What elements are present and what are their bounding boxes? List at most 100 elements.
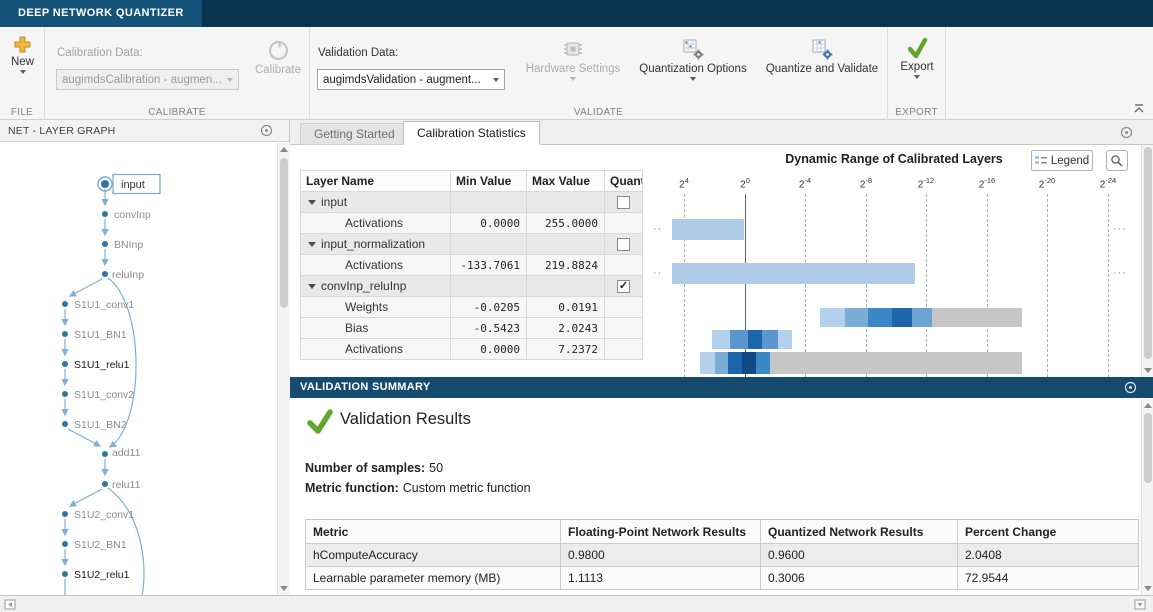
- graph-node-S1U1_conv2[interactable]: S1U1_conv2: [62, 389, 134, 401]
- app-tab[interactable]: DEEP NETWORK QUANTIZER: [0, 0, 202, 27]
- svg-text:S1U1_BN1: S1U1_BN1: [74, 329, 127, 341]
- x-tick-label: 20: [740, 176, 750, 191]
- table-row[interactable]: convInp_reluInp ✓: [300, 275, 643, 297]
- range-bar-segment: [672, 263, 915, 284]
- svg-text:S1U1_conv2: S1U1_conv2: [74, 389, 134, 401]
- graph-node-convInp[interactable]: convInp: [102, 209, 151, 221]
- export-button[interactable]: Export: [896, 37, 938, 79]
- scrollbar-down-arrow[interactable]: [278, 582, 290, 595]
- range-bar-segment: [892, 308, 912, 327]
- col-quantized-results[interactable]: Quantized Network Results: [760, 519, 958, 544]
- legend-button[interactable]: Legend: [1031, 150, 1093, 171]
- graph-node-add11[interactable]: add11: [102, 447, 141, 459]
- table-row[interactable]: hComputeAccuracy 0.9800 0.9600 2.0408: [305, 543, 1139, 567]
- validation-data-dropdown[interactable]: augimdsValidation - augment...: [317, 69, 505, 90]
- validation-results-title: Validation Results: [340, 410, 471, 428]
- table-row[interactable]: Learnable parameter memory (MB) 1.1113 0.3…: [305, 566, 1139, 590]
- svg-text:S1U1_conv1: S1U1_conv1: [74, 299, 134, 311]
- scrollbar-thumb[interactable]: [1144, 147, 1152, 359]
- range-bar-segment: [912, 308, 932, 327]
- scrollbar-down-arrow[interactable]: [1142, 582, 1153, 595]
- graph-node-input[interactable]: input: [97, 173, 161, 195]
- quantize-checkbox[interactable]: ✓: [617, 280, 630, 294]
- col-quantize[interactable]: Quant: [604, 170, 643, 192]
- range-bar-segment: [762, 330, 778, 349]
- calibration-data-dropdown[interactable]: augimdsCalibration - augmen...: [56, 69, 239, 90]
- file-section-label: FILE: [10, 107, 34, 118]
- graph-node-BNInp[interactable]: BNInp: [102, 239, 143, 251]
- graph-node-S1U1_relu1[interactable]: S1U1_relu1: [62, 359, 130, 371]
- quantize-checkbox[interactable]: [617, 238, 630, 252]
- table-row[interactable]: Activations 0.0000 7.2372: [300, 338, 643, 360]
- calibrate-section: Calibration Data: augimdsCalibration - a…: [45, 27, 310, 120]
- layer-graph-canvas[interactable]: input convInp BNInp reluInp S1U1_conv1 S…: [0, 143, 276, 595]
- validation-summary-header: VALIDATION SUMMARY: [290, 377, 1153, 398]
- graph-node-S1U1_conv1[interactable]: S1U1_conv1: [62, 299, 134, 311]
- scrollbar-thumb[interactable]: [1144, 413, 1152, 483]
- tabstrip-actions-icon[interactable]: [1120, 126, 1133, 139]
- expander-icon[interactable]: [308, 283, 316, 289]
- table-row[interactable]: Weights -0.0205 0.0191: [300, 296, 643, 318]
- x-tick-label: 2-8: [859, 176, 873, 191]
- table-row[interactable]: Activations 0.0000 255.0000: [300, 212, 643, 234]
- export-section: Export EXPORT: [888, 27, 946, 120]
- dock-bottom-icon[interactable]: [1134, 598, 1147, 611]
- graph-node-S1U2_BN1[interactable]: S1U2_BN1: [62, 539, 127, 551]
- x-tick-label: 2-20: [1038, 176, 1056, 191]
- col-min-value[interactable]: Min Value: [450, 170, 527, 192]
- quantize-and-validate-button[interactable]: Quantize and Validate: [758, 37, 886, 75]
- validation-summary-panel: VALIDATION SUMMARY Validation Results Nu…: [290, 377, 1153, 595]
- svg-text:add11: add11: [112, 447, 141, 459]
- hardware-settings-button[interactable]: Hardware Settings: [515, 37, 631, 81]
- col-fp-results[interactable]: Floating-Point Network Results: [560, 519, 761, 544]
- table-row[interactable]: Bias -0.5423 2.0243: [300, 317, 643, 339]
- svg-text:BNInp: BNInp: [114, 239, 143, 251]
- gridline: [1047, 194, 1048, 377]
- x-tick-label: 2-24: [1099, 176, 1117, 191]
- stats-scrollbar[interactable]: [1141, 145, 1153, 377]
- scrollbar-up-arrow[interactable]: [1142, 399, 1153, 412]
- tab-calibration-statistics[interactable]: Calibration Statistics: [403, 121, 540, 145]
- new-button[interactable]: New: [4, 35, 41, 74]
- scrollbar-up-arrow[interactable]: [278, 143, 290, 156]
- panel-actions-icon[interactable]: [260, 124, 273, 137]
- table-row[interactable]: input_normalization: [300, 233, 643, 255]
- layer-graph-panel-title: NET - LAYER GRAPH: [8, 125, 116, 137]
- table-row[interactable]: input: [300, 191, 643, 213]
- range-bar-segment: [868, 308, 892, 327]
- toolstrip: New FILE Calibration Data: augimdsCalibr…: [0, 27, 1153, 120]
- zoom-button[interactable]: [1106, 150, 1128, 171]
- range-bar-segment: [820, 308, 845, 327]
- col-layer-name[interactable]: Layer Name: [300, 170, 451, 192]
- quantization-options-button[interactable]: Quantization Options: [635, 37, 751, 81]
- dock-left-icon[interactable]: [4, 598, 17, 611]
- graph-node-relu11[interactable]: relu11: [102, 479, 141, 491]
- quantize-checkbox[interactable]: [617, 196, 630, 210]
- graph-node-S1U1_BN1[interactable]: S1U1_BN1: [62, 329, 127, 341]
- table-header-row: Metric Floating-Point Network Results Qu…: [305, 519, 1139, 544]
- samples-line: Number of samples: 50: [305, 461, 444, 475]
- calibrate-button[interactable]: Calibrate: [250, 39, 306, 76]
- col-max-value[interactable]: Max Value: [526, 170, 605, 192]
- svg-text:convInp: convInp: [114, 209, 151, 221]
- expander-icon[interactable]: [308, 199, 316, 205]
- graph-node-S1U1_BN2[interactable]: S1U1_BN2: [62, 419, 127, 431]
- statusbar: [0, 595, 1153, 612]
- expander-icon[interactable]: [308, 241, 316, 247]
- tab-getting-started[interactable]: Getting Started: [300, 123, 409, 145]
- graph-scrollbar[interactable]: [277, 143, 290, 595]
- col-percent-change[interactable]: Percent Change: [957, 519, 1139, 544]
- graph-node-S1U2_conv1[interactable]: S1U2_conv1: [62, 509, 134, 521]
- svg-text:relu11: relu11: [112, 479, 141, 491]
- graph-node-S1U2_relu1[interactable]: S1U2_relu1: [62, 569, 130, 581]
- scrollbar-thumb[interactable]: [280, 158, 288, 308]
- panel-actions-icon[interactable]: [1124, 381, 1137, 394]
- validation-scrollbar[interactable]: [1141, 399, 1153, 595]
- magnifier-icon: [1111, 154, 1123, 167]
- scrollbar-down-arrow[interactable]: [1142, 364, 1153, 377]
- collapse-toolstrip-button[interactable]: [1131, 101, 1147, 115]
- range-bar-segment: [756, 352, 770, 374]
- table-row[interactable]: Activations -133.7061 219.8824: [300, 254, 643, 276]
- col-metric[interactable]: Metric: [305, 519, 561, 544]
- graph-node-reluInp[interactable]: reluInp: [102, 269, 144, 281]
